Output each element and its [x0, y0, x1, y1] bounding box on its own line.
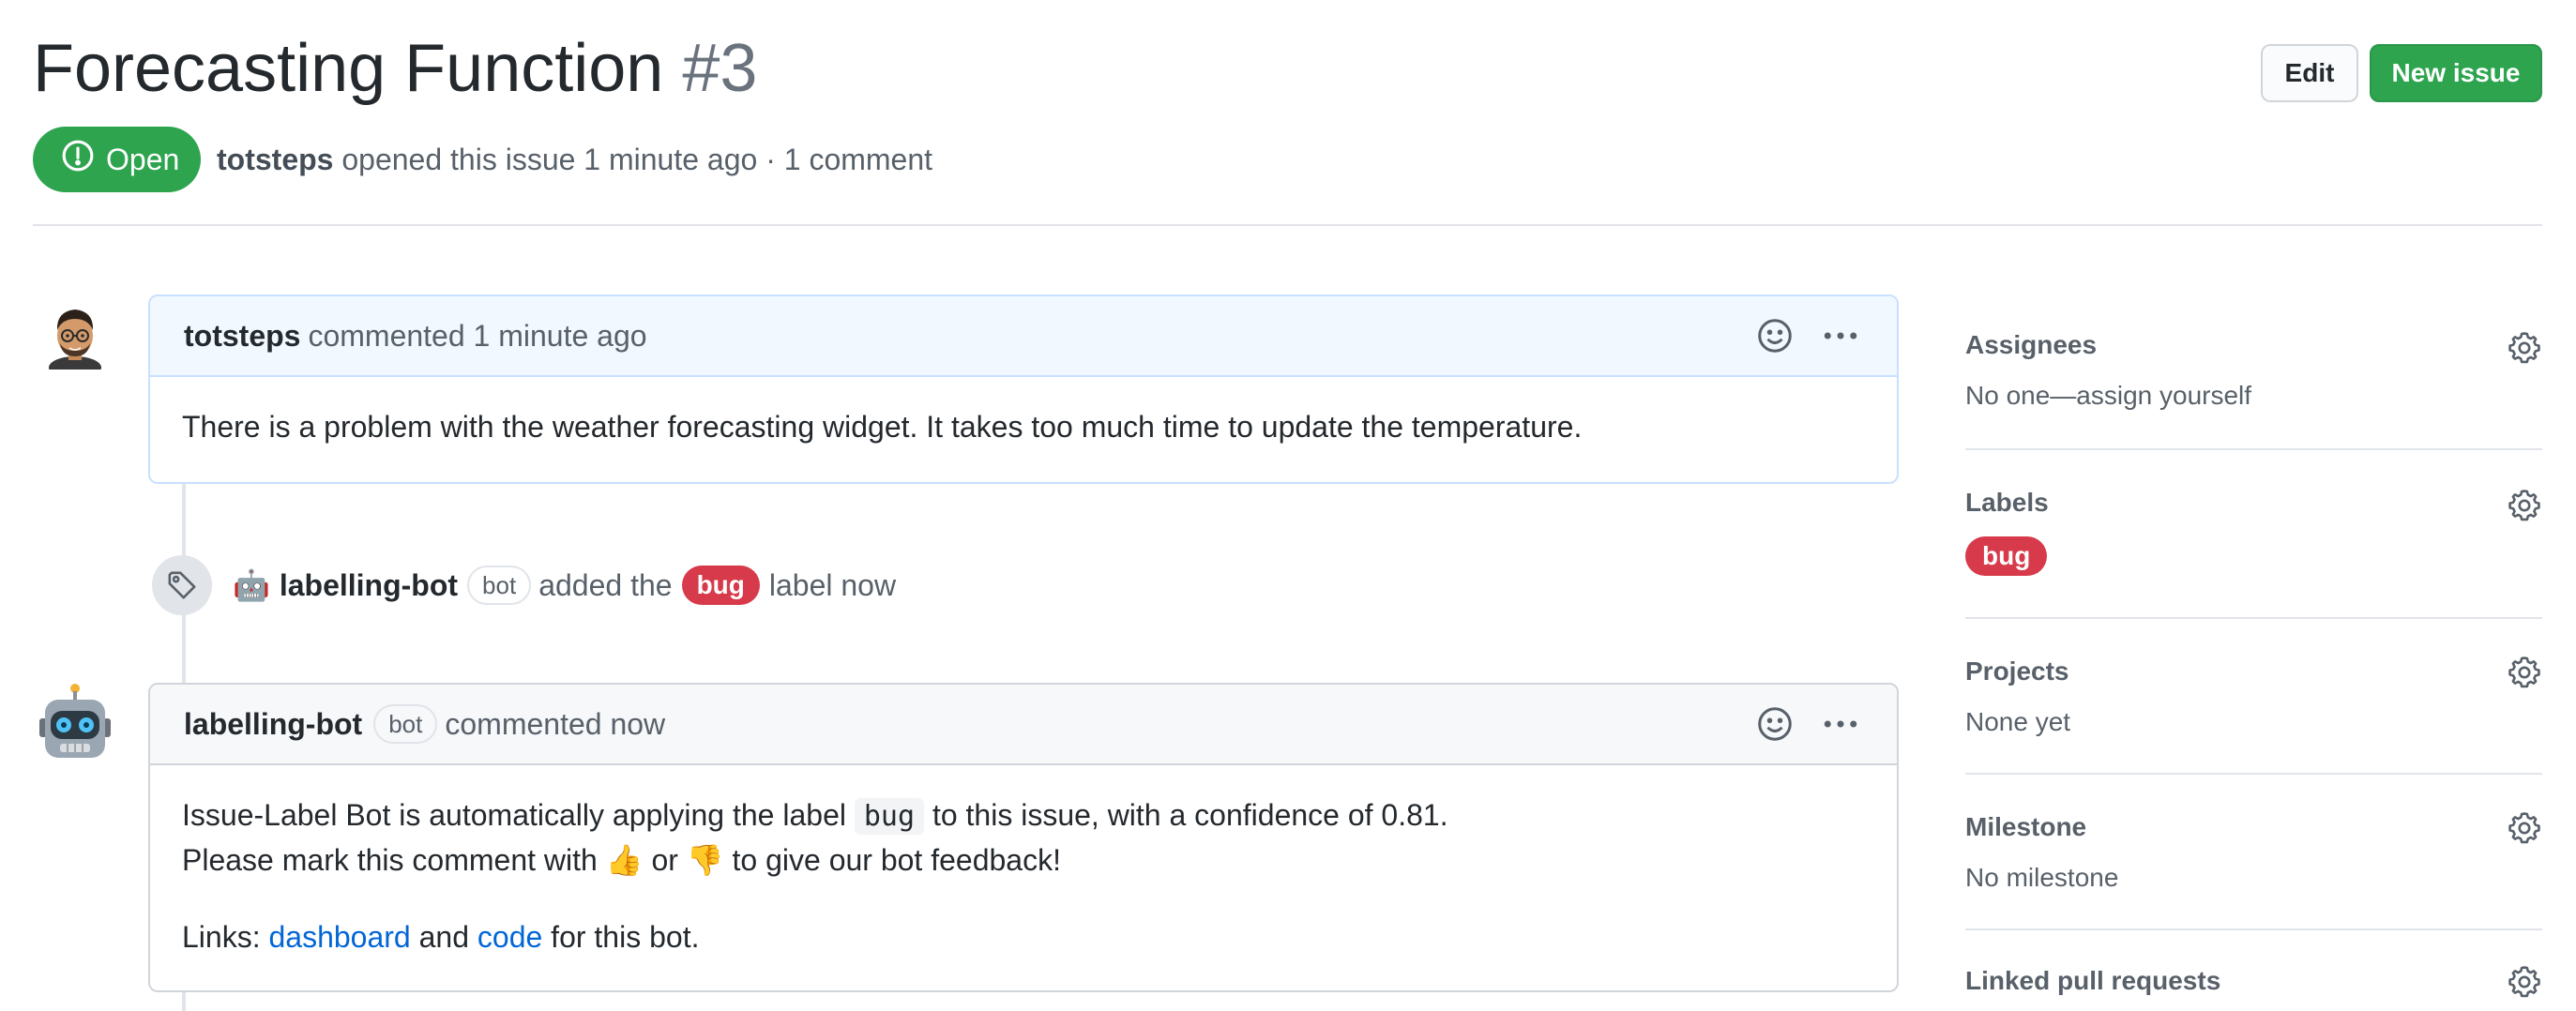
sidebar-linked-prs: Linked pull requests: [1965, 930, 2542, 998]
sidebar-projects: Projects None yet: [1965, 619, 2542, 775]
linked-prs-gear-icon[interactable]: [2507, 964, 2542, 1000]
sidebar-labels: Labels bug: [1965, 450, 2542, 619]
issue-sidebar: Assignees No one—assign yourself Labels …: [1965, 309, 2542, 998]
comment-labelling-bot: labelling-bot bot commented now Issue-La…: [148, 683, 1899, 992]
comment-links-line: Links: dashboard and code for this bot.: [182, 915, 1865, 958]
comment-line-1: Issue-Label Bot is automatically applyin…: [182, 793, 1865, 838]
thumbs-up-emoji: 👍: [605, 843, 644, 877]
comment-totsteps: totsteps commented 1 minute ago There is…: [148, 294, 1899, 484]
header-divider: [33, 224, 2542, 226]
bug-label[interactable]: bug: [681, 566, 760, 605]
issue-meta-text: opened this issue 1 minute ago · 1 comme…: [341, 143, 933, 176]
comment-body: There is a problem with the weather fore…: [182, 410, 1583, 444]
issue-meta: totsteps opened this issue 1 minute ago …: [217, 141, 932, 178]
comment-header: labelling-bot bot commented now: [150, 685, 1897, 765]
avatar-totsteps[interactable]: [39, 298, 111, 370]
comment-text: Issue-Label Bot is automatically applyin…: [182, 798, 846, 832]
comment-actions: [1756, 705, 1859, 750]
sidebar-assignees: Assignees No one—assign yourself: [1965, 309, 2542, 450]
issue-state-label: Open: [106, 142, 180, 176]
issue-state-badge: Open: [33, 127, 201, 192]
add-reaction-smiley-icon[interactable]: [1756, 317, 1794, 362]
comment-author-link[interactable]: totsteps: [184, 319, 300, 354]
thumbs-down-emoji: 👎: [686, 843, 724, 877]
comment-text: or: [651, 843, 678, 877]
sidebar-milestone-title: Milestone: [1965, 812, 2087, 841]
comment-actions: [1756, 317, 1859, 362]
bot-emoji-avatar[interactable]: 🤖: [233, 567, 270, 603]
comment-text: to this issue, with a confidence of 0.81…: [932, 798, 1448, 832]
assign-yourself-link[interactable]: No one—assign yourself: [1965, 381, 2542, 411]
issue-author-link[interactable]: totsteps: [217, 143, 333, 176]
tag-icon: [152, 555, 212, 615]
bot-badge: bot: [467, 566, 532, 605]
new-issue-button[interactable]: New issue: [2370, 44, 2542, 102]
projects-value: None yet: [1965, 707, 2071, 736]
sidebar-labels-title: Labels: [1965, 488, 2049, 517]
sidebar-projects-title: Projects: [1965, 656, 2069, 686]
more-options-kebab-icon[interactable]: [1822, 317, 1859, 362]
comment-body: Issue-Label Bot is automatically applyin…: [150, 765, 1897, 987]
issue-number: #3: [682, 31, 758, 106]
sidebar-assignees-title: Assignees: [1965, 330, 2098, 359]
inline-code-bug: bug: [854, 798, 925, 835]
comment-author-link[interactable]: labelling-bot: [184, 707, 362, 742]
issue-opened-icon: [61, 139, 95, 180]
event-text-after: label now: [768, 567, 897, 602]
code-link[interactable]: code: [477, 920, 542, 954]
comment-header: totsteps commented 1 minute ago: [150, 296, 1897, 377]
sidebar-milestone: Milestone No milestone: [1965, 775, 2542, 930]
event-text-before: added the: [538, 567, 673, 602]
comment-text: Links:: [182, 920, 261, 954]
projects-gear-icon[interactable]: [2507, 655, 2542, 690]
add-reaction-smiley-icon[interactable]: [1756, 705, 1794, 750]
issue-title: Forecasting Function #3: [33, 28, 757, 109]
sidebar-linked-prs-title: Linked pull requests: [1965, 966, 2221, 995]
comment-text: Please mark this comment with: [182, 843, 598, 877]
dashboard-link[interactable]: dashboard: [268, 920, 410, 954]
edit-button[interactable]: Edit: [2261, 44, 2358, 102]
comment-line-2: Please mark this comment with 👍 or 👎 to …: [182, 838, 1865, 882]
timeline-label-event: 🤖 labelling-bot bot added the bug label …: [152, 555, 896, 615]
comment-text: for this bot.: [551, 920, 700, 954]
milestone-value: No milestone: [1965, 863, 2119, 892]
comment-timestamp[interactable]: commented now: [445, 707, 665, 742]
comment-text: to give our bot feedback!: [732, 843, 1061, 877]
comment-text: and: [418, 920, 469, 954]
comment-timestamp[interactable]: commented 1 minute ago: [308, 319, 646, 354]
issue-title-text: Forecasting Function: [33, 31, 664, 106]
bot-badge: bot: [373, 704, 438, 744]
avatar-labelling-bot[interactable]: [38, 683, 113, 763]
event-actor-link[interactable]: labelling-bot: [280, 568, 458, 603]
sidebar-bug-label[interactable]: bug: [1965, 536, 2048, 576]
assignees-gear-icon[interactable]: [2507, 330, 2542, 366]
more-options-kebab-icon[interactable]: [1822, 705, 1859, 750]
labels-gear-icon[interactable]: [2507, 488, 2542, 523]
milestone-gear-icon[interactable]: [2507, 810, 2542, 846]
